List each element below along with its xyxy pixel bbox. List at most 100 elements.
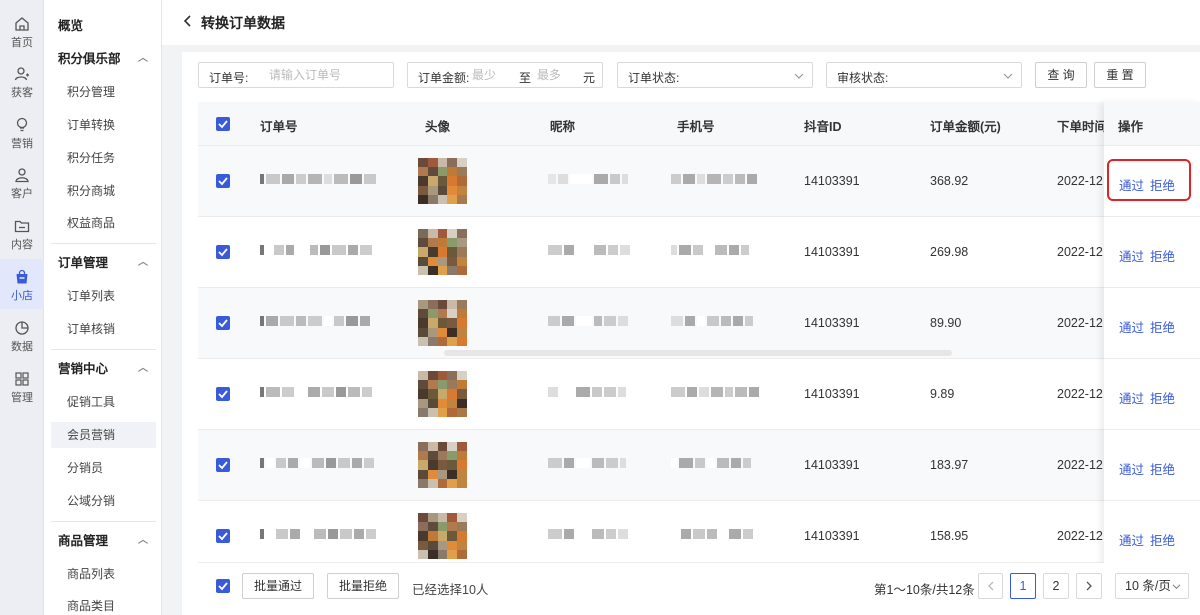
col-operations: 操作	[1118, 120, 1144, 134]
avatar	[418, 300, 467, 346]
order-no-redacted	[260, 387, 374, 397]
highlight-box	[1107, 159, 1191, 201]
reject-link[interactable]: 拒绝	[1150, 459, 1175, 478]
rail-item-home[interactable]: 首页	[0, 6, 44, 56]
back-arrow-icon[interactable]	[182, 14, 194, 31]
order-no-filter[interactable]: 订单号:	[198, 62, 394, 88]
page-size-select[interactable]: 10 条/页	[1115, 573, 1189, 599]
horizontal-scrollbar[interactable]	[444, 350, 952, 356]
rail-label: 数据	[11, 341, 33, 353]
menu-item-benefit-goods[interactable]: 权益商品	[44, 210, 162, 236]
rail-label: 营销	[11, 138, 33, 150]
menu-item-distributor[interactable]: 分销员	[44, 455, 162, 481]
approve-link[interactable]: 通过	[1119, 459, 1144, 478]
amount-min-input[interactable]	[472, 68, 512, 82]
rail-label: 首页	[11, 37, 33, 49]
menu-item-points-mall[interactable]: 积分商城	[44, 178, 162, 204]
menu-item-goods-category[interactable]: 商品类目	[44, 593, 162, 615]
operations-cell: 通过 拒绝	[1104, 430, 1200, 501]
approve-link[interactable]: 通过	[1119, 317, 1144, 336]
batch-reject-button[interactable]: 批量拒绝	[327, 573, 399, 599]
nickname-redacted	[548, 529, 630, 539]
rail-item-manage[interactable]: 管理	[0, 361, 44, 411]
menu-item-goods-list[interactable]: 商品列表	[44, 561, 162, 587]
menu-divider	[51, 243, 156, 244]
icon-rail: 首页 获客 营销 客户 内容 小店 数据 管理	[0, 0, 44, 615]
chevron-up-icon: ︿	[138, 363, 148, 374]
rail-item-data[interactable]: 数据	[0, 310, 44, 360]
menu-group-goods-manage[interactable]: 商品管理 ︿	[44, 528, 162, 554]
rail-label: 内容	[11, 239, 33, 251]
select-all-checkbox[interactable]	[216, 117, 230, 131]
page-1-button[interactable]: 1	[1010, 573, 1036, 599]
menu-item-order-convert[interactable]: 订单转换	[44, 112, 162, 138]
audit-status-select[interactable]: 审核状态:	[826, 62, 1022, 88]
col-amount: 订单金额(元)	[930, 120, 1001, 134]
row-checkbox[interactable]	[216, 387, 230, 401]
amount-cell: 158.95	[930, 529, 969, 543]
query-button[interactable]: 查 询	[1035, 62, 1087, 88]
reset-button[interactable]: 重 置	[1094, 62, 1146, 88]
row-checkbox[interactable]	[216, 458, 230, 472]
order-time-cell: 2022-12	[1057, 316, 1103, 330]
prev-page-button[interactable]	[978, 573, 1003, 599]
rail-item-acquire[interactable]: 获客	[0, 56, 44, 106]
select-all-footer-checkbox[interactable]	[216, 579, 230, 593]
rail-item-customer[interactable]: 客户	[0, 157, 44, 207]
row-checkbox[interactable]	[216, 529, 230, 543]
approve-link[interactable]: 通过	[1119, 530, 1144, 549]
menu-group-label: 商品管理	[58, 534, 109, 548]
rail-item-shop[interactable]: 小店	[0, 259, 44, 309]
menu-item-points-task[interactable]: 积分任务	[44, 145, 162, 171]
table-row: 14103391 269.98 2022-12	[198, 217, 1105, 288]
avatar	[418, 229, 467, 275]
selected-count: 已经选择10人	[412, 583, 489, 597]
batch-approve-button[interactable]: 批量通过	[242, 573, 314, 599]
menu-group-points-club[interactable]: 积分俱乐部 ︿	[44, 46, 162, 72]
menu-overview[interactable]: 概览	[44, 13, 162, 39]
rail-item-marketing[interactable]: 营销	[0, 107, 44, 157]
menu-item-points-manage[interactable]: 积分管理	[44, 79, 162, 105]
table-row: 14103391 9.89 2022-12	[198, 359, 1105, 430]
menu-item-order-verify[interactable]: 订单核销	[44, 316, 162, 342]
approve-link[interactable]: 通过	[1119, 246, 1144, 265]
rail-item-content[interactable]: 内容	[0, 208, 44, 258]
menu-group-order-manage[interactable]: 订单管理 ︿	[44, 250, 162, 276]
menu-group-label: 订单管理	[58, 256, 109, 270]
operations-cell: 通过 拒绝	[1104, 501, 1200, 563]
reject-link[interactable]: 拒绝	[1150, 530, 1175, 549]
page-range: 第1～10条/共12条	[874, 583, 975, 597]
folder-icon	[14, 220, 30, 233]
menu-item-order-list[interactable]: 订单列表	[44, 283, 162, 309]
order-no-input[interactable]	[269, 68, 389, 82]
order-no-redacted	[260, 458, 376, 468]
approve-link[interactable]: 通过	[1119, 388, 1144, 407]
pie-chart-icon	[15, 321, 29, 335]
douyin-id-cell: 14103391	[804, 458, 860, 472]
menu-group-marketing-center[interactable]: 营销中心 ︿	[44, 356, 162, 382]
row-checkbox[interactable]	[216, 245, 230, 259]
amount-max-input[interactable]	[537, 68, 577, 82]
page-2-button[interactable]: 2	[1043, 573, 1069, 599]
phone-redacted	[671, 245, 751, 255]
table-header: 订单号 头像 昵称 手机号 抖音ID 订单金额(元) 下单时间	[198, 102, 1200, 146]
menu-item-promo-tools[interactable]: 促销工具	[44, 389, 162, 415]
menu-item-member-marketing[interactable]: 会员营销	[51, 422, 156, 448]
next-page-button[interactable]	[1076, 573, 1102, 599]
avatar	[418, 513, 467, 559]
menu-item-public-distribution[interactable]: 公域分销	[44, 488, 162, 514]
operations-cell: 通过 拒绝	[1104, 288, 1200, 359]
rail-label: 客户	[11, 188, 33, 200]
amount-cell: 9.89	[930, 387, 955, 401]
reject-link[interactable]: 拒绝	[1150, 246, 1175, 265]
order-status-select[interactable]: 订单状态:	[617, 62, 813, 88]
side-menu: 概览 积分俱乐部 ︿ 积分管理 订单转换 积分任务 积分商城 权益商品 订单管理 ︿…	[44, 0, 162, 615]
reject-link[interactable]: 拒绝	[1150, 388, 1175, 407]
amount-label: 订单金额:	[418, 71, 470, 85]
amount-filter[interactable]: 订单金额: 至 元	[407, 62, 603, 88]
col-phone: 手机号	[677, 120, 715, 134]
reject-link[interactable]: 拒绝	[1150, 317, 1175, 336]
row-checkbox[interactable]	[216, 316, 230, 330]
douyin-id-cell: 14103391	[804, 529, 860, 543]
row-checkbox[interactable]	[216, 174, 230, 188]
